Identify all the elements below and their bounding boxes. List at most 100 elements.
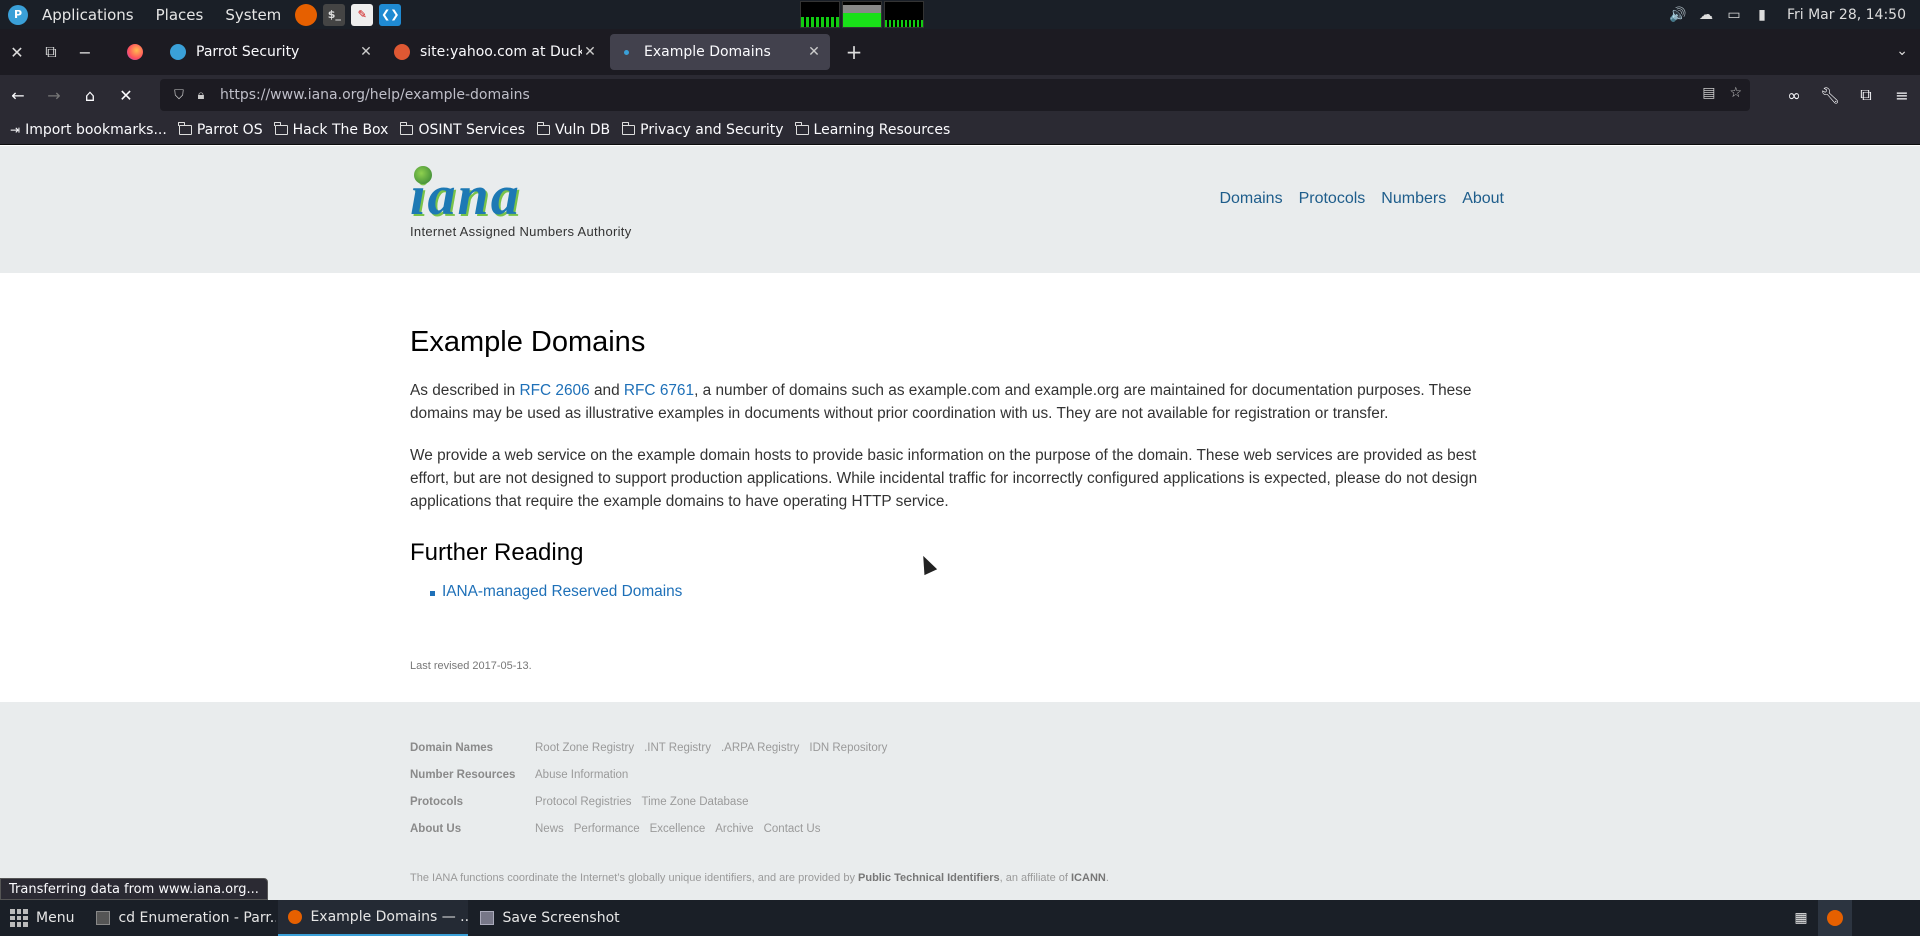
footer-row-about-us: About Us News Performance Excellence Arc… xyxy=(410,823,897,850)
footer-link[interactable]: Protocol Registries xyxy=(535,796,632,808)
workspace-4[interactable] xyxy=(1886,900,1920,936)
applications-menu[interactable]: Applications xyxy=(34,6,142,24)
private-mask-icon[interactable]: ∞ xyxy=(1776,79,1812,111)
cloud-icon[interactable]: ☁ xyxy=(1697,6,1715,24)
workspace-3[interactable] xyxy=(1852,900,1886,936)
places-menu[interactable]: Places xyxy=(148,6,212,24)
footer-link[interactable]: Performance xyxy=(574,823,640,835)
footer-link[interactable]: .ARPA Registry xyxy=(721,742,799,754)
bookmark-folder-vuln-db[interactable]: Vuln DB xyxy=(536,121,610,138)
start-menu-button[interactable]: Menu xyxy=(0,900,84,936)
bookmark-label: Hack The Box xyxy=(292,121,389,138)
footer-link[interactable]: News xyxy=(535,823,564,835)
text-editor-launcher-icon[interactable]: ✎ xyxy=(351,3,374,26)
taskbar-item-terminal[interactable]: cd Enumeration - Parr... xyxy=(86,900,276,936)
firefox-workspace-icon[interactable] xyxy=(1818,900,1852,936)
tab-title: site:yahoo.com at DuckDuckGo xyxy=(420,44,582,60)
app-menu-hamburger-icon[interactable]: ≡ xyxy=(1884,79,1920,111)
nav-numbers-link[interactable]: Numbers xyxy=(1381,190,1446,208)
bookmark-star-icon[interactable]: ☆ xyxy=(1729,85,1742,101)
system-menu[interactable]: System xyxy=(217,6,289,24)
tracking-protection-shield-icon[interactable]: ⛉ xyxy=(168,88,190,103)
service-paragraph: We provide a web service on the example … xyxy=(410,447,1478,510)
footer-link[interactable]: Abuse Information xyxy=(535,769,628,781)
display-icon[interactable]: ▭ xyxy=(1725,6,1743,24)
bookmark-import[interactable]: ⇥ Import bookmarks... xyxy=(10,122,167,138)
parrot-logo-icon[interactable]: P xyxy=(8,4,28,25)
footer-heading[interactable]: Number Resources xyxy=(410,769,535,781)
clock[interactable]: Fri Mar 28, 14:50 xyxy=(1787,7,1906,23)
reserved-domains-link[interactable]: IANA-managed Reserved Domains xyxy=(442,583,682,600)
folder-icon xyxy=(795,121,809,135)
footer-heading[interactable]: Domain Names xyxy=(410,742,535,754)
address-bar[interactable]: ⛉ 🔒︎ ▤ ☆ xyxy=(160,79,1750,111)
taskbar-item-screenshot[interactable]: Save Screenshot xyxy=(470,900,629,936)
bookmark-folder-osint[interactable]: OSINT Services xyxy=(399,121,526,138)
bookmark-folder-privacy[interactable]: Privacy and Security xyxy=(621,121,784,138)
icann-link[interactable]: ICANN xyxy=(1071,872,1106,884)
network-graph xyxy=(884,1,924,28)
footer-heading[interactable]: Protocols xyxy=(410,796,535,808)
footer-link[interactable]: IDN Repository xyxy=(809,742,887,754)
stop-loading-button[interactable]: ✕ xyxy=(108,79,144,111)
forward-button[interactable]: → xyxy=(36,79,72,111)
bookmark-label: OSINT Services xyxy=(418,121,526,138)
extensions-icon[interactable]: ⧉ xyxy=(1848,79,1884,111)
folder-icon xyxy=(399,121,414,135)
close-tab-icon[interactable]: ✕ xyxy=(582,44,598,60)
footer-link[interactable]: Contact Us xyxy=(764,823,821,835)
minimize-window-icon[interactable]: − xyxy=(68,29,102,75)
footer-link[interactable]: Excellence xyxy=(650,823,706,835)
close-tab-icon[interactable]: ✕ xyxy=(358,44,374,60)
os-taskbar: Menu cd Enumeration - Parr... Example Do… xyxy=(0,900,1920,936)
vscode-launcher-icon[interactable]: ❮❯ xyxy=(379,3,402,26)
globe-icon xyxy=(414,166,432,184)
tab-duckduckgo[interactable]: site:yahoo.com at DuckDuckGo ✕ xyxy=(386,34,606,70)
memory-graph xyxy=(842,1,882,28)
url-input[interactable] xyxy=(220,87,1520,103)
footer-heading[interactable]: About Us xyxy=(410,823,535,835)
tab-parrot-security[interactable]: Parrot Security ✕ xyxy=(162,34,382,70)
rfc-6761-link[interactable]: RFC 6761 xyxy=(624,382,694,399)
restore-window-icon[interactable]: ⧉ xyxy=(34,29,68,75)
close-window-icon[interactable]: ✕ xyxy=(0,29,34,75)
nav-domains-link[interactable]: Domains xyxy=(1219,190,1282,208)
nav-about-link[interactable]: About xyxy=(1462,190,1504,208)
bookmark-label: Parrot OS xyxy=(196,121,263,138)
terminal-launcher-icon[interactable]: $_ xyxy=(323,3,346,26)
footer-link[interactable]: Time Zone Database xyxy=(642,796,749,808)
taskbar-item-firefox[interactable]: Example Domains — ... xyxy=(278,900,469,936)
task-label: cd Enumeration - Parr... xyxy=(118,910,277,926)
bookmark-label: Import bookmarks... xyxy=(25,121,167,138)
iana-logo[interactable]: iana Internet Assigned Numbers Authority xyxy=(410,166,632,239)
footer-link[interactable]: .INT Registry xyxy=(644,742,711,754)
lock-icon[interactable]: 🔒︎ xyxy=(190,88,212,103)
iana-tagline: Internet Assigned Numbers Authority xyxy=(410,224,632,239)
home-button[interactable]: ⌂ xyxy=(72,79,108,111)
list-all-tabs-chevron-icon[interactable]: ⌄ xyxy=(1896,43,1908,59)
workspace-icon[interactable]: ▦ xyxy=(1784,900,1818,936)
main-article: Example Domains As described in RFC 2606… xyxy=(410,326,1510,601)
back-button[interactable]: ← xyxy=(0,79,36,111)
close-tab-icon[interactable]: ✕ xyxy=(806,44,822,60)
bookmark-folder-learning[interactable]: Learning Resources xyxy=(795,121,950,138)
firefox-view-button[interactable] xyxy=(112,35,158,69)
new-tab-button[interactable]: + xyxy=(838,36,870,68)
pti-link[interactable]: Public Technical Identifiers xyxy=(858,872,1000,884)
battery-icon[interactable]: ▮ xyxy=(1753,6,1771,24)
footer-link[interactable]: Root Zone Registry xyxy=(535,742,634,754)
bookmark-folder-hack-the-box[interactable]: Hack The Box xyxy=(274,121,389,138)
wrench-icon[interactable]: 🔧︎ xyxy=(1812,79,1848,111)
rfc-2606-link[interactable]: RFC 2606 xyxy=(520,382,590,399)
reader-view-icon[interactable]: ▤ xyxy=(1702,85,1715,101)
footer-link[interactable]: Archive xyxy=(715,823,753,835)
volume-icon[interactable]: 🔊 xyxy=(1669,6,1687,24)
task-label: Example Domains — ... xyxy=(310,909,469,925)
system-tray: 🔊 ☁ ▭ ▮ Fri Mar 28, 14:50 xyxy=(1669,0,1920,29)
folder-icon xyxy=(621,121,636,135)
firefox-launcher-icon[interactable] xyxy=(295,3,318,26)
tab-example-domains[interactable]: Example Domains ✕ xyxy=(610,34,830,70)
nav-protocols-link[interactable]: Protocols xyxy=(1299,190,1366,208)
bookmark-folder-parrot-os[interactable]: Parrot OS xyxy=(178,121,263,138)
system-monitor[interactable] xyxy=(800,1,924,28)
